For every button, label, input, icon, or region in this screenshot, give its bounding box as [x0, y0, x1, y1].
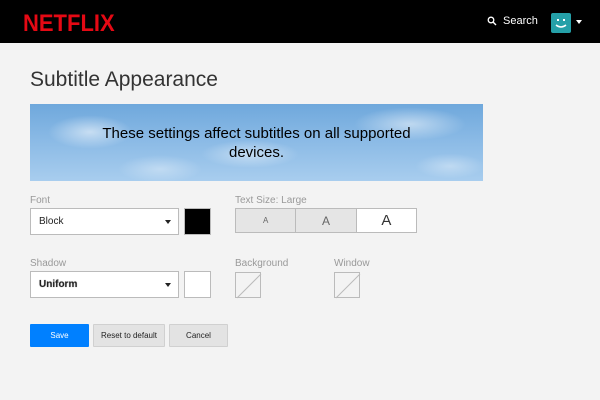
shadow-label: Shadow [30, 258, 67, 269]
text-size-large[interactable]: A [356, 209, 416, 232]
background-color-swatch[interactable] [235, 272, 262, 299]
subtitle-preview: These settings affect subtitles on all s… [30, 104, 483, 181]
text-size-selector: A A A [235, 208, 417, 233]
save-button[interactable]: Save [30, 324, 89, 347]
shadow-select[interactable]: Uniform [30, 271, 179, 298]
text-size-small[interactable]: A [236, 209, 297, 232]
chevron-down-icon[interactable] [576, 20, 582, 24]
text-size-label: Text Size: Large [235, 195, 307, 206]
font-label: Font [30, 195, 51, 206]
none-color-icon [236, 273, 262, 299]
netflix-logo[interactable]: NETFLIX [23, 9, 115, 38]
page-title: Subtitle Appearance [30, 68, 218, 91]
font-color-swatch[interactable] [184, 208, 211, 235]
text-size-medium[interactable]: A [296, 209, 357, 232]
chevron-down-icon [165, 220, 171, 224]
search-label: Search [503, 15, 538, 27]
avatar-icon[interactable] [551, 13, 571, 33]
top-nav-bar: NETFLIX Search [0, 0, 600, 43]
search-icon [487, 16, 497, 26]
font-value: Block [39, 216, 64, 227]
window-label: Window [334, 258, 370, 269]
none-color-icon [335, 273, 361, 299]
shadow-value: Uniform [39, 279, 78, 290]
search-button[interactable]: Search [487, 15, 538, 27]
window-color-swatch[interactable] [334, 272, 361, 299]
chevron-down-icon [165, 283, 171, 287]
reset-to-default-button[interactable]: Reset to default [93, 324, 165, 347]
cancel-button[interactable]: Cancel [169, 324, 228, 347]
font-select[interactable]: Block [30, 208, 179, 235]
background-label: Background [235, 258, 289, 269]
preview-text: These settings affect subtitles on all s… [102, 124, 411, 161]
shadow-color-swatch[interactable] [184, 271, 211, 298]
